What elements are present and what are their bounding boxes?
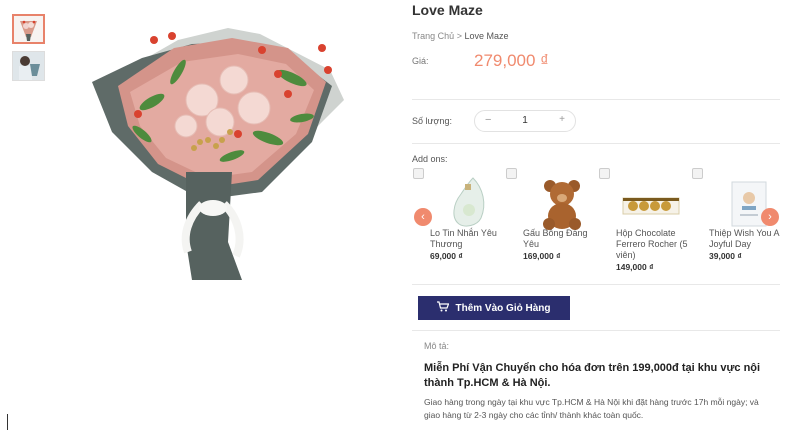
addon-checkbox[interactable]: [506, 168, 517, 179]
carousel-prev-button[interactable]: ‹: [414, 208, 432, 226]
description-headline: Miễn Phí Vận Chuyển cho hóa đơn trên 199…: [424, 362, 761, 389]
addon-image: [617, 174, 681, 230]
thumbnail-list: [12, 14, 45, 88]
quantity-stepper: − 1 +: [474, 110, 576, 132]
cart-icon: [437, 301, 450, 315]
addon-item: Gấu Bông Đáng Yêu 169,000 ₫: [506, 168, 588, 268]
quantity-label: Số lượng:: [412, 116, 452, 126]
breadcrumb-home[interactable]: Trang Chủ: [412, 31, 454, 41]
divider: [412, 284, 780, 285]
divider: [412, 143, 780, 144]
addons-label: Add ons:: [412, 154, 448, 164]
addon-image: [524, 174, 588, 230]
addon-price: 169,000 ₫: [523, 251, 561, 261]
divider: [412, 330, 780, 331]
addon-image: [431, 174, 495, 230]
carousel-next-button[interactable]: ›: [761, 208, 779, 226]
addon-price: 39,000 ₫: [709, 251, 742, 261]
product-price: 279,000 ₫: [474, 51, 549, 70]
description-label: Mô tả:: [424, 341, 450, 351]
addon-checkbox[interactable]: [692, 168, 703, 179]
product-title: Love Maze: [412, 2, 483, 18]
divider: [412, 99, 780, 100]
price-label: Giá:: [412, 56, 429, 66]
addon-checkbox[interactable]: [413, 168, 424, 179]
breadcrumb-current: Love Maze: [464, 31, 509, 41]
thumbnail-bouquet[interactable]: [12, 14, 45, 44]
addon-price: 149,000 ₫: [616, 262, 654, 272]
quantity-increase-button[interactable]: +: [559, 114, 565, 125]
chevron-right-icon: ›: [768, 211, 772, 223]
text-cursor: [7, 414, 8, 430]
description-body: Giao hàng trong ngày tại khu vực Tp.HCM …: [424, 397, 759, 420]
addon-name: Lo Tin Nhắn Yêu Thương: [430, 228, 497, 249]
chevron-left-icon: ‹: [421, 211, 425, 223]
add-to-cart-button[interactable]: Thêm Vào Giỏ Hàng: [418, 296, 570, 320]
addon-name: Thiệp Wish You A Joyful Day: [709, 228, 780, 249]
breadcrumb-separator: >: [456, 31, 462, 41]
add-to-cart-label: Thêm Vào Giỏ Hàng: [455, 302, 551, 314]
addon-name: Hộp Chocolate Ferrero Rocher (5 viên): [616, 228, 688, 260]
breadcrumb: Trang Chủ > Love Maze: [412, 31, 509, 41]
thumbnail-person[interactable]: [12, 51, 45, 81]
addon-price: 69,000 ₫: [430, 251, 463, 261]
addon-name: Gấu Bông Đáng Yêu: [523, 228, 588, 249]
product-image: [82, 22, 352, 284]
addon-checkbox[interactable]: [599, 168, 610, 179]
addon-item: Hộp Chocolate Ferrero Rocher (5 viên) 14…: [599, 168, 688, 278]
